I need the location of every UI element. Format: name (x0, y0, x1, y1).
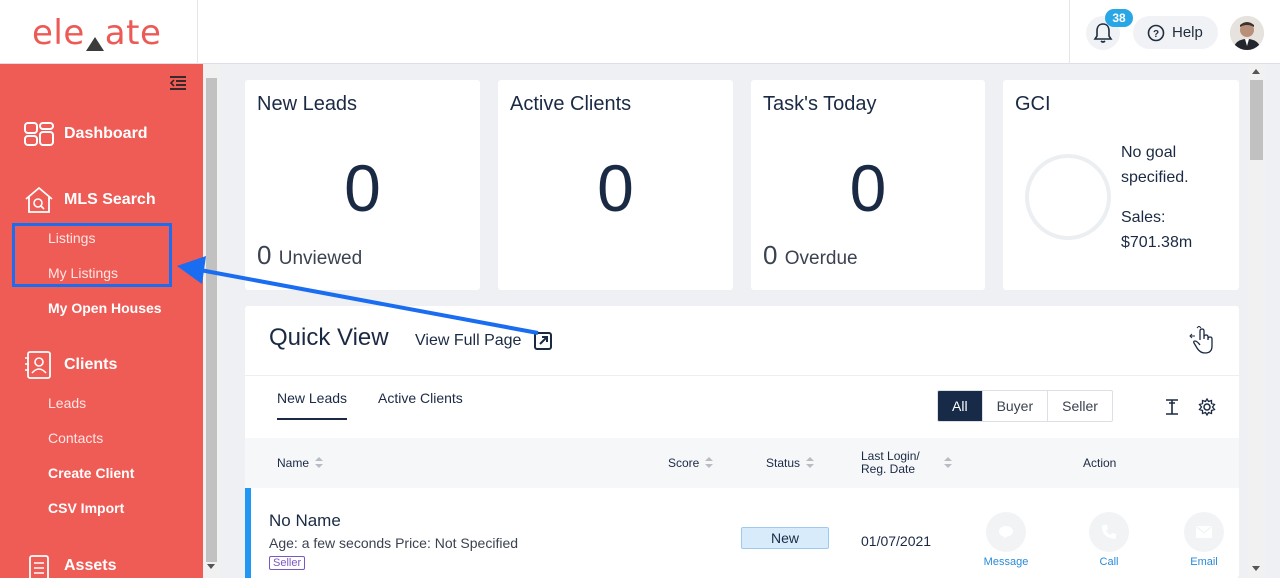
column-action: Action (1083, 456, 1117, 470)
top-bar: ele ate 38 ? Help (0, 0, 1280, 64)
sidebar-item-label: Assets (64, 557, 117, 574)
card-value: 0 (849, 151, 887, 225)
main-scrollbar[interactable] (1248, 64, 1265, 578)
sidebar-item-assets[interactable]: Assets (24, 552, 116, 578)
quick-view-panel: Quick View View Full Page New Leads Acti… (245, 306, 1239, 578)
table-header: Name Score Status Last Login/Reg. Date A… (245, 438, 1239, 488)
drag-hand-icon[interactable] (1189, 326, 1215, 356)
sidebar-item-contacts[interactable]: Contacts (48, 430, 103, 446)
text-height-icon[interactable] (1163, 398, 1181, 416)
sort-icon (806, 457, 815, 469)
gear-icon[interactable] (1198, 398, 1216, 416)
sidebar-item-clients[interactable]: Clients (24, 351, 117, 379)
message-button[interactable]: Message (976, 512, 1036, 568)
divider (1069, 0, 1070, 64)
sidebar-item-mls-search[interactable]: MLS Search (24, 186, 156, 214)
logo[interactable]: ele ate (0, 0, 198, 64)
view-full-page-label: View Full Page (415, 332, 522, 349)
table-row[interactable]: No Name Age: a few seconds Price: Not Sp… (245, 488, 1239, 578)
sort-icon (943, 457, 952, 469)
card-value: 0 (344, 151, 381, 225)
row-accent (245, 488, 251, 578)
highlight-box (12, 223, 172, 287)
card-sub-label: Unviewed (278, 248, 363, 269)
card-title: Task's Today (763, 93, 877, 115)
lead-date: 01/07/2021 (861, 533, 932, 549)
column-score[interactable]: Score (668, 456, 714, 470)
card-gci[interactable]: GCI No goal specified. Sales: $701.38m (1003, 80, 1239, 290)
sidebar-item-csv-import[interactable]: CSV Import (48, 500, 124, 516)
divider (245, 375, 1239, 376)
card-sub-value: 0 (763, 240, 778, 270)
sidebar-item-label: MLS Search (64, 191, 156, 208)
gci-goal-text: No goal specified. (1121, 144, 1189, 186)
filter-seller-button[interactable]: Seller (1047, 391, 1112, 421)
sidebar-item-label: Clients (64, 356, 118, 373)
external-link-icon (534, 332, 553, 350)
chat-bubble-icon (999, 526, 1013, 539)
user-avatar-icon (1230, 16, 1264, 50)
filter-segment: All Buyer Seller (937, 390, 1113, 422)
tab-active-clients[interactable]: Active Clients (378, 390, 463, 406)
gci-sales: Sales: $701.38m (1121, 209, 1193, 251)
column-status[interactable]: Status (766, 456, 815, 470)
lead-type-badge: Seller (269, 556, 306, 570)
card-active-clients[interactable]: Active Clients 0 (498, 80, 733, 290)
card-footer: 0 Unviewed (257, 240, 362, 271)
card-sub-label: Overdue (784, 248, 858, 269)
notification-badge: 38 (1105, 9, 1133, 27)
collapse-menu-icon[interactable] (168, 74, 188, 92)
card-tasks-today[interactable]: Task's Today 0 0 Overdue (751, 80, 985, 290)
sidebar-item-create-client[interactable]: Create Client (48, 465, 134, 481)
sidebar-scrollbar[interactable] (203, 64, 220, 578)
help-label: Help (1172, 24, 1203, 41)
gci-progress-ring (1025, 154, 1111, 240)
sidebar-item-leads[interactable]: Leads (48, 395, 86, 411)
lead-meta: Age: a few seconds Price: Not Specified (269, 535, 519, 551)
card-title: GCI (1015, 93, 1051, 115)
filter-buyer-button[interactable]: Buyer (981, 391, 1048, 421)
svg-text:?: ? (1153, 29, 1159, 40)
question-circle-icon: ? (1147, 24, 1165, 41)
email-button[interactable]: Email (1174, 512, 1234, 568)
card-sub-value: 0 (257, 240, 272, 270)
tab-new-leads[interactable]: New Leads (277, 390, 348, 420)
card-value: 0 (597, 151, 634, 225)
card-footer: 0 Overdue (763, 240, 858, 271)
dashboard-icon (24, 120, 54, 148)
call-button[interactable]: Call (1079, 512, 1139, 568)
help-button[interactable]: ? Help (1133, 16, 1218, 49)
sidebar: Dashboard MLS Search Listings My Listing… (0, 64, 203, 578)
sidebar-item-my-open-houses[interactable]: My Open Houses (48, 300, 162, 316)
card-title: Active Clients (510, 93, 632, 115)
envelope-icon (1196, 526, 1212, 538)
sort-icon (315, 457, 324, 469)
document-stack-icon (24, 552, 54, 578)
lead-name[interactable]: No Name (269, 511, 341, 531)
avatar[interactable] (1230, 16, 1264, 50)
client-card-icon (24, 351, 54, 379)
sidebar-item-label: Dashboard (64, 125, 148, 142)
status-badge: New (741, 527, 829, 549)
quick-view-title: Quick View (269, 324, 389, 351)
column-name[interactable]: Name (277, 456, 324, 470)
filter-all-button[interactable]: All (938, 391, 982, 421)
view-full-page-link[interactable]: View Full Page (415, 331, 553, 351)
logo-triangle-icon (86, 37, 104, 51)
column-last-login[interactable]: Last Login/Reg. Date (861, 450, 952, 476)
card-new-leads[interactable]: New Leads 0 0 Unviewed (245, 80, 480, 290)
house-search-icon (24, 186, 54, 214)
card-title: New Leads (257, 93, 358, 115)
sidebar-item-dashboard[interactable]: Dashboard (24, 120, 148, 148)
phone-icon (1102, 525, 1116, 539)
sort-icon (705, 457, 714, 469)
